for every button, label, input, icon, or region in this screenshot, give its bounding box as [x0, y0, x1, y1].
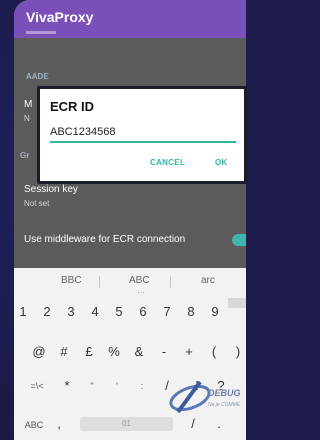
watermark-subtext: Na je COMME [208, 402, 241, 408]
ecr-id-dialog: ECR ID CANCEL OK [37, 86, 247, 184]
suggestion-2[interactable]: ABC [129, 275, 150, 286]
keyboard-scroll-button[interactable] [228, 298, 246, 308]
middleware-setting-title[interactable]: Use middleware for ECR connection [24, 234, 185, 245]
key-symbols-shift[interactable]: =\< [28, 381, 46, 391]
key-close-paren[interactable]: ) [232, 344, 244, 359]
key-3[interactable]: 3 [64, 304, 78, 319]
settings-row-title[interactable]: M [24, 99, 32, 110]
key-period[interactable]: . [212, 416, 226, 431]
session-key-title[interactable]: Session key [24, 184, 78, 195]
app-bar: VivaProxy [14, 0, 246, 38]
key-5[interactable]: 5 [112, 304, 126, 319]
key-bottom-slash[interactable]: / [186, 416, 200, 431]
key-double-quote[interactable]: " [85, 381, 99, 391]
ecr-id-input[interactable] [50, 123, 236, 143]
key-hash[interactable]: # [57, 344, 71, 359]
key-colon[interactable]: : [135, 381, 149, 391]
ok-button[interactable]: OK [215, 158, 228, 167]
key-open-paren[interactable]: ( [207, 344, 221, 359]
key-at[interactable]: @ [32, 344, 46, 359]
settings-category-2: Gr [20, 151, 30, 160]
key-pound[interactable]: £ [82, 344, 96, 359]
key-8[interactable]: 8 [184, 304, 198, 319]
key-asterisk[interactable]: * [60, 378, 74, 393]
cancel-button[interactable]: CANCEL [150, 158, 185, 167]
key-9[interactable]: 9 [208, 304, 222, 319]
key-2[interactable]: 2 [40, 304, 54, 319]
app-bar-underline [26, 31, 56, 34]
suggestion-divider [170, 276, 171, 288]
key-percent[interactable]: % [107, 344, 121, 359]
key-plus[interactable]: + [182, 344, 196, 359]
space-bar[interactable]: 01 [80, 417, 173, 431]
suggestion-divider [99, 276, 100, 288]
key-single-quote[interactable]: ' [110, 381, 124, 391]
app-title: VivaProxy [26, 9, 94, 25]
middleware-toggle[interactable] [232, 234, 246, 246]
key-abc-switch[interactable]: ABC [24, 420, 44, 430]
key-4[interactable]: 4 [88, 304, 102, 319]
key-1[interactable]: 1 [16, 304, 30, 319]
session-key-subtitle: Not set [24, 199, 50, 208]
suggestion-1[interactable]: BBC [61, 275, 82, 286]
settings-category-aade: AADE [26, 72, 49, 81]
more-suggestions-dots: ··· [137, 288, 145, 297]
key-comma[interactable]: , [52, 416, 66, 431]
phone-screen: VivaProxy AADE M N Gr Session key Not se… [14, 0, 246, 440]
dialog-title: ECR ID [50, 99, 95, 114]
watermark-logo-icon [169, 380, 211, 414]
key-minus[interactable]: - [157, 344, 171, 359]
key-7[interactable]: 7 [160, 304, 174, 319]
settings-row-subtitle: N [24, 114, 30, 123]
watermark-text: DEBUG [208, 388, 241, 398]
suggestion-3[interactable]: arc [201, 275, 215, 286]
key-ampersand[interactable]: & [132, 344, 146, 359]
key-6[interactable]: 6 [136, 304, 150, 319]
